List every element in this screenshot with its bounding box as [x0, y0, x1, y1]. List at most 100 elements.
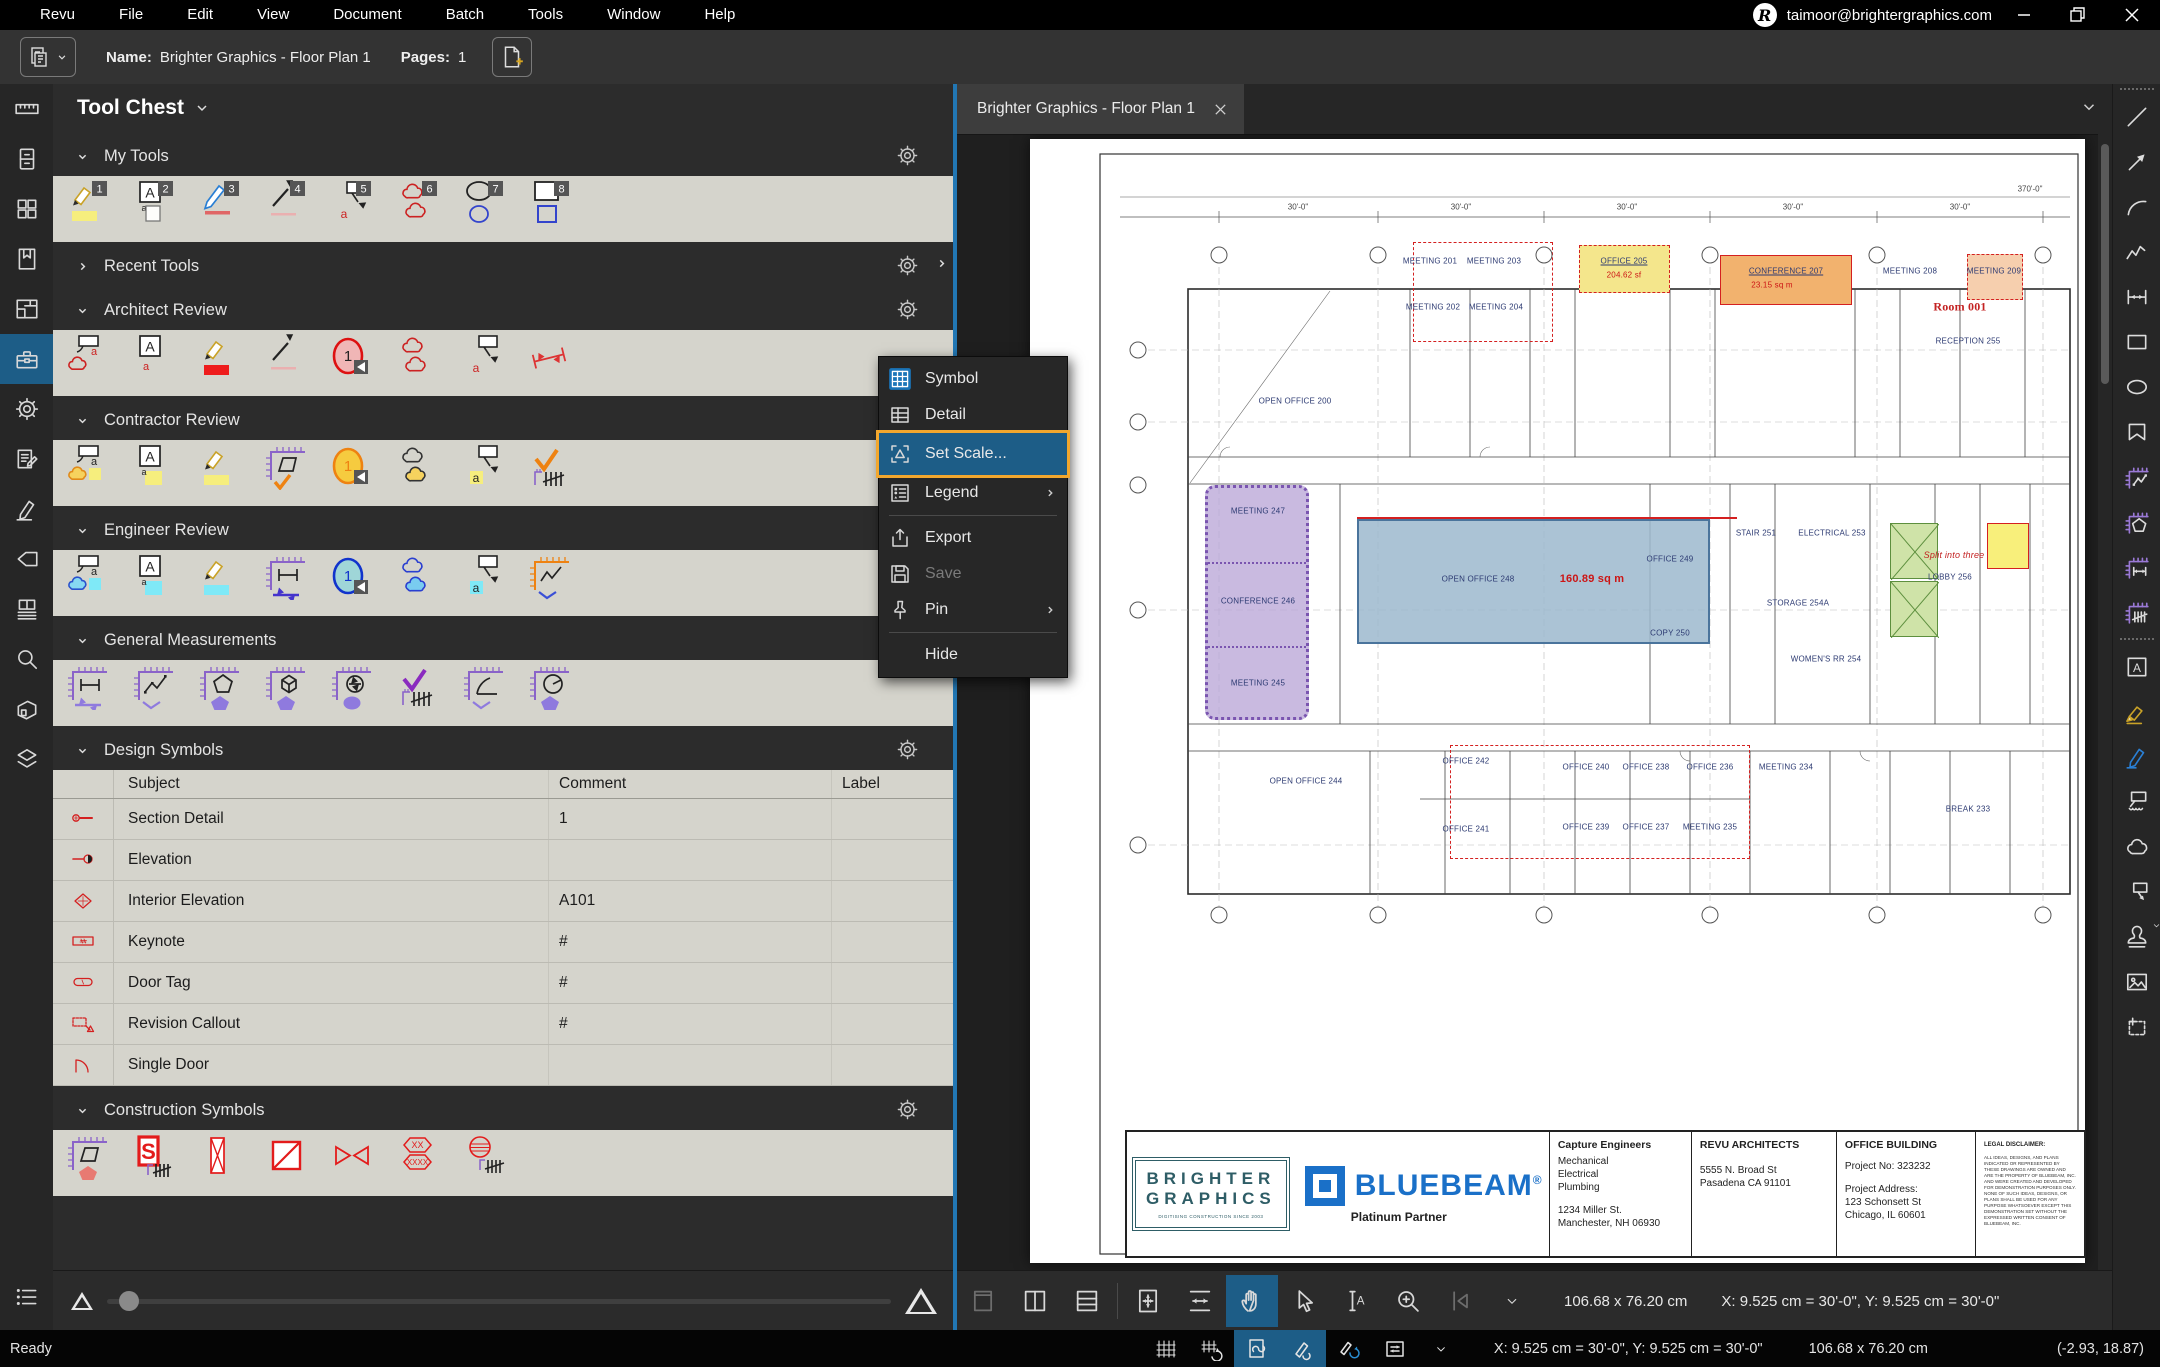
tool-pen[interactable]: 3: [199, 180, 251, 238]
tool-textbox[interactable]: Aa: [133, 444, 185, 502]
highlighter-icon[interactable]: [2113, 689, 2160, 734]
tool-callout[interactable]: a: [463, 554, 515, 612]
menu-document[interactable]: Document: [311, 0, 423, 30]
section-gear-icon[interactable]: [896, 254, 919, 277]
menu-item-pin[interactable]: Pin: [879, 592, 1067, 628]
more-views-button[interactable]: [1486, 1275, 1538, 1327]
polygon-icon[interactable]: [2113, 409, 2160, 454]
menu-file[interactable]: File: [97, 0, 165, 30]
arrow-icon[interactable]: [2113, 139, 2160, 184]
snap-markup-button[interactable]: [1280, 1330, 1326, 1367]
tool-circle-num[interactable]: 1: [331, 334, 383, 392]
col-comment[interactable]: Comment: [548, 770, 831, 798]
scrollbar-thumb[interactable]: [2101, 144, 2109, 384]
tool-ruler-measure[interactable]: [199, 664, 251, 722]
grid-button[interactable]: [1142, 1330, 1188, 1367]
tool-bowtie[interactable]: [331, 1134, 383, 1192]
tool-box-diagonal[interactable]: [265, 1134, 317, 1192]
grid4-icon[interactable]: [0, 184, 53, 234]
office-205-highlight[interactable]: [1579, 245, 1670, 293]
count-measure-icon[interactable]: [2113, 589, 2160, 634]
meeting-209-highlight[interactable]: [1967, 254, 2023, 300]
floorplan-icon[interactable]: [0, 284, 53, 334]
tool-callout[interactable]: a: [463, 444, 515, 502]
tool-cloud[interactable]: [397, 554, 449, 612]
user-email[interactable]: taimoor@brightergraphics.com: [1787, 7, 1992, 24]
snap-content-button[interactable]: [1234, 1330, 1280, 1367]
menu-revu[interactable]: Revu: [18, 0, 97, 30]
area-measure-icon[interactable]: [2113, 499, 2160, 544]
tool-circle-num[interactable]: 1: [331, 554, 383, 612]
menu-item-set-scale[interactable]: Set Scale...: [879, 433, 1067, 475]
floor-plan-page[interactable]: 30'-0"30'-0"30'-0"30'-0"30'-0"370'-0"OPE…: [1030, 139, 2085, 1263]
select-text-button[interactable]: A: [1330, 1275, 1382, 1327]
tool-hex-label[interactable]: XXXXXX: [397, 1134, 449, 1192]
length-measure-icon[interactable]: [2113, 544, 2160, 589]
table-row-interior-elevation[interactable]: Interior ElevationA101: [53, 881, 953, 922]
split-vertical-button[interactable]: [1009, 1275, 1061, 1327]
layers-icon[interactable]: [0, 734, 53, 784]
section-header-recent-tools[interactable]: Recent Tools: [53, 246, 953, 286]
tag-icon[interactable]: [0, 534, 53, 584]
tab-list-chevron[interactable]: [2080, 98, 2098, 116]
icon-size-slider[interactable]: [107, 1299, 891, 1304]
restore-button[interactable]: [2056, 0, 2100, 30]
document-tab[interactable]: Brighter Graphics - Floor Plan 1: [957, 84, 1244, 134]
section-header-engineer-review[interactable]: Engineer Review: [53, 510, 953, 550]
tool-cloud-callout[interactable]: a: [67, 444, 119, 502]
text-icon[interactable]: A: [2113, 644, 2160, 689]
table-row-revision-callout[interactable]: Revision Callout#: [53, 1004, 953, 1045]
pen-nib-icon[interactable]: [0, 484, 53, 534]
tool-ruler-measure[interactable]: [331, 664, 383, 722]
tool-cloud[interactable]: [397, 444, 449, 502]
section-gear-icon[interactable]: [896, 1098, 919, 1121]
polyline-icon[interactable]: [2113, 229, 2160, 274]
minimize-button[interactable]: [2002, 0, 2046, 30]
page-setup-dropdown[interactable]: [20, 37, 76, 77]
tool-ruler-measure[interactable]: [529, 664, 581, 722]
more-status-button[interactable]: [1418, 1330, 1464, 1367]
tool-highlighter[interactable]: [199, 554, 251, 612]
tool-cloud[interactable]: 6: [397, 180, 449, 238]
tool-arrow[interactable]: 4: [265, 180, 317, 238]
tool-count[interactable]: [397, 664, 449, 722]
tool-textbox[interactable]: Aa: [133, 334, 185, 392]
page-canvas[interactable]: 30'-0"30'-0"30'-0"30'-0"30'-0"370'-0"OPE…: [957, 134, 2112, 1274]
table-row-keynote[interactable]: Keynote#: [53, 922, 953, 963]
tool-dimension[interactable]: [529, 334, 581, 392]
ellipse-icon[interactable]: [2113, 364, 2160, 409]
tool-rect-pair[interactable]: 8: [529, 180, 581, 238]
tool-ruler-measure[interactable]: [133, 664, 185, 722]
section-expand-icon[interactable]: [934, 256, 949, 271]
tool-cloud[interactable]: [397, 334, 449, 392]
fit-page-button[interactable]: [1122, 1275, 1174, 1327]
dimension-icon[interactable]: [2113, 274, 2160, 319]
bookmark-icon[interactable]: [0, 234, 53, 284]
zoom-button[interactable]: [1382, 1275, 1434, 1327]
tool-highlighter[interactable]: [199, 334, 251, 392]
grid-snap-button[interactable]: [1188, 1330, 1234, 1367]
stamp-icon[interactable]: [2113, 914, 2160, 959]
col-label[interactable]: Label: [831, 770, 953, 798]
menu-item-symbol[interactable]: Symbol: [879, 361, 1067, 397]
menu-help[interactable]: Help: [682, 0, 757, 30]
pan-button[interactable]: [1226, 1275, 1278, 1327]
tool-ruler-measure[interactable]: [67, 664, 119, 722]
fit-width-button[interactable]: [1174, 1275, 1226, 1327]
tool-textbox[interactable]: Aa2: [133, 180, 185, 238]
books-icon[interactable]: [0, 584, 53, 634]
menu-edit[interactable]: Edit: [165, 0, 235, 30]
rectangle-icon[interactable]: [2113, 319, 2160, 364]
lobby-yellow-highlight[interactable]: [1987, 523, 2029, 569]
tool-ruler-measure[interactable]: [463, 664, 515, 722]
table-row-elevation[interactable]: Elevation: [53, 840, 953, 881]
menu-item-export[interactable]: Export: [879, 520, 1067, 556]
split-horizontal-button[interactable]: [1061, 1275, 1113, 1327]
table-row-single-door[interactable]: Single Door: [53, 1045, 953, 1086]
model3d-icon[interactable]: [0, 684, 53, 734]
create-page-button[interactable]: [492, 37, 532, 77]
close-button[interactable]: [2110, 0, 2154, 30]
section-header-construction-symbols[interactable]: Construction Symbols: [53, 1090, 953, 1130]
callout-icon[interactable]: [2113, 869, 2160, 914]
tool-ellipse-pair[interactable]: 7: [463, 180, 515, 238]
